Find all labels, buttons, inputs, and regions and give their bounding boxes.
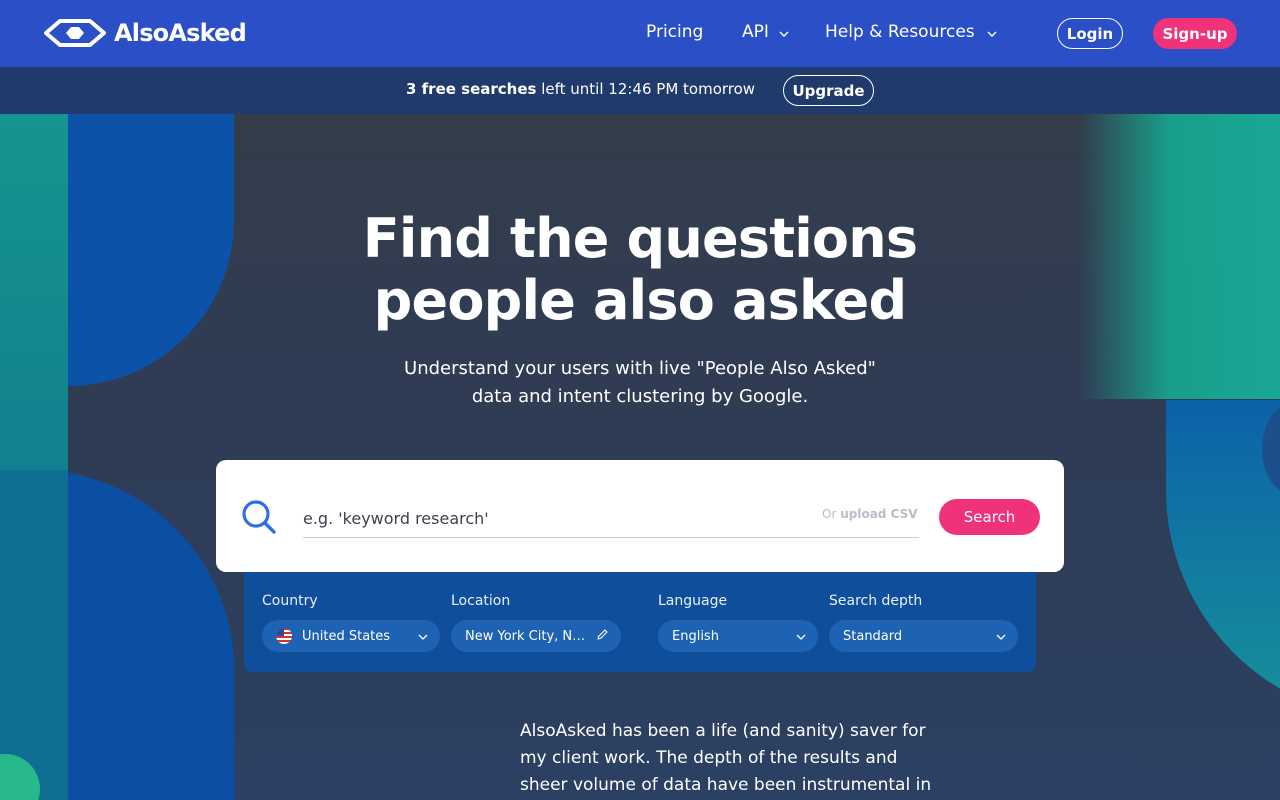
hero-title: Find the questions people also asked <box>340 208 940 332</box>
upload-or-text: Or <box>822 507 837 521</box>
brand-logo-link[interactable]: AlsoAsked <box>44 18 247 48</box>
decorative-shape <box>1080 114 1280 399</box>
upload-csv-link[interactable]: upload CSV <box>840 507 917 521</box>
language-label: Language <box>658 593 728 609</box>
free-searches-banner: 3 free searches left until 12:46 PM tomo… <box>0 67 1280 114</box>
location-value: New York City, Ne... <box>465 628 588 644</box>
hero-subtitle-line-1: Understand your users with live "People … <box>404 358 876 379</box>
search-depth-label: Search depth <box>829 593 923 609</box>
nav-api-dropdown[interactable]: API <box>742 22 789 42</box>
free-searches-text: 3 free searches left until 12:46 PM tomo… <box>406 80 755 98</box>
hero-title-line-1: Find the questions <box>362 207 918 270</box>
top-navigation: AlsoAsked Pricing API Help & Resources L… <box>0 0 1280 67</box>
hero-title-line-2: people also asked <box>373 269 907 332</box>
language-value: English <box>672 628 719 644</box>
search-card: Or upload CSV Search <box>216 460 1064 572</box>
free-searches-count: 3 free searches <box>406 80 537 98</box>
country-label: Country <box>262 593 318 609</box>
search-icon <box>240 498 278 540</box>
logo-icon <box>44 18 106 48</box>
decorative-shape <box>68 114 234 386</box>
location-field[interactable]: New York City, Ne... <box>451 620 621 652</box>
hero-subtitle: Understand your users with live "People … <box>380 355 900 411</box>
testimonial-quote: AlsoAsked has been a life (and sanity) s… <box>520 721 932 795</box>
search-options-panel: Country United States Location New York … <box>244 572 1036 672</box>
search-button[interactable]: Search <box>939 499 1040 535</box>
chevron-down-icon <box>779 22 789 42</box>
chevron-down-icon <box>987 22 997 42</box>
pencil-icon[interactable] <box>596 628 609 645</box>
us-flag-icon <box>276 628 292 644</box>
search-depth-value: Standard <box>843 628 903 644</box>
nav-pricing-label: Pricing <box>646 22 704 42</box>
nav-pricing[interactable]: Pricing <box>646 22 703 42</box>
signup-button[interactable]: Sign-up <box>1153 18 1237 49</box>
login-button[interactable]: Login <box>1057 18 1123 49</box>
brand-name: AlsoAsked <box>114 19 247 47</box>
hero-subtitle-line-2: data and intent clustering by Google. <box>471 386 809 407</box>
decorative-shape <box>0 470 68 800</box>
nav-api-label: API <box>742 22 769 42</box>
search-depth-select[interactable]: Standard <box>829 620 1018 652</box>
location-label: Location <box>451 593 511 609</box>
nav-help-label: Help & Resources <box>825 22 975 42</box>
chevron-down-icon <box>796 629 806 644</box>
country-value: United States <box>302 628 391 644</box>
language-select[interactable]: English <box>658 620 818 652</box>
chevron-down-icon <box>996 629 1006 644</box>
nav-help-resources-dropdown[interactable]: Help & Resources <box>825 22 997 42</box>
upload-csv-hint: Or upload CSV <box>822 507 918 521</box>
country-select[interactable]: United States <box>262 620 440 652</box>
chevron-down-icon <box>418 629 428 644</box>
free-searches-reset-time: left until 12:46 PM tomorrow <box>536 80 756 98</box>
upgrade-button[interactable]: Upgrade <box>783 75 874 106</box>
